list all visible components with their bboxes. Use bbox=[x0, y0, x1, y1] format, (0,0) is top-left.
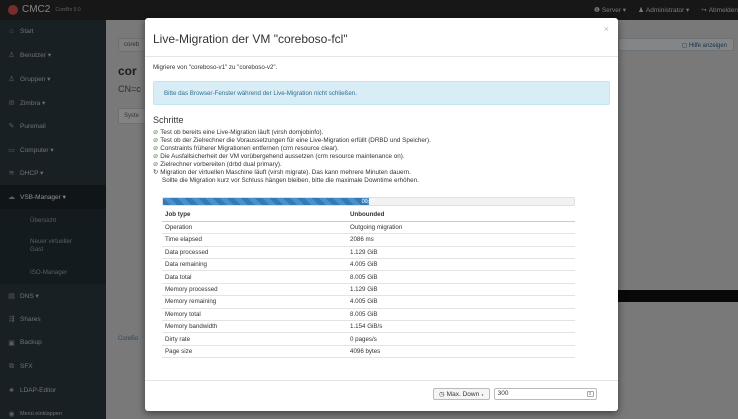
table-cell: 1.129 GiB bbox=[345, 283, 575, 297]
step-item: ⊘ Test ob der Zielrechner die Voraussetzu… bbox=[153, 137, 431, 144]
step-item-running: ↻ Migration der virtuellen Maschine läuft… bbox=[153, 169, 411, 176]
stepper-icon[interactable]: ⇕ bbox=[586, 391, 594, 397]
check-circle-icon: ⊘ bbox=[153, 161, 159, 168]
table-row: Time elapsed 2086 ms bbox=[162, 233, 575, 247]
table-cell: Memory processed bbox=[162, 283, 345, 297]
table-row: Data processed 1.129 GiB bbox=[162, 246, 575, 260]
check-circle-icon: ⊘ bbox=[153, 137, 159, 144]
table-row: Data total 8.005 GiB bbox=[162, 270, 575, 284]
steps-heading: Schritte bbox=[153, 115, 184, 125]
table-cell: Data total bbox=[162, 270, 345, 284]
table-cell: Memory total bbox=[162, 308, 345, 322]
table-row: Memory bandwidth 1.154 GiB/s bbox=[162, 320, 575, 334]
table-row: Memory remaining 4.005 GiB bbox=[162, 295, 575, 309]
table-cell: Data remaining bbox=[162, 258, 345, 272]
table-cell: Memory bandwidth bbox=[162, 320, 345, 334]
table-cell: 4.005 GiB bbox=[345, 295, 575, 309]
table-row: Memory total 8.005 GiB bbox=[162, 308, 575, 322]
table-cell: Memory remaining bbox=[162, 295, 345, 309]
table-cell: Dirty rate bbox=[162, 332, 345, 346]
table-cell: Time elapsed bbox=[162, 233, 345, 247]
live-migration-dialog: × Live-Migration der VM "coreboso-fcl" M… bbox=[145, 18, 618, 411]
table-cell: 4096 bytes bbox=[345, 345, 575, 359]
check-circle-icon: ⊘ bbox=[153, 145, 159, 152]
close-icon[interactable]: × bbox=[604, 24, 609, 34]
table-row: Memory processed 1.129 GiB bbox=[162, 283, 575, 297]
max-downtime-input[interactable]: 300 ⇕ bbox=[493, 388, 597, 400]
table-cell: 1.154 GiB/s bbox=[345, 320, 575, 334]
check-circle-icon: ⊘ bbox=[153, 129, 159, 136]
table-cell: Operation bbox=[162, 221, 345, 235]
divider bbox=[145, 380, 618, 381]
table-header-row: Job type Unbounded bbox=[162, 209, 575, 222]
table-cell: 1.129 GiB bbox=[345, 246, 575, 260]
table-header-cell: Unbounded bbox=[345, 209, 575, 222]
table-header-cell: Job type bbox=[162, 209, 345, 222]
step-note: Sollte die Migration kurz vor Schluss hä… bbox=[162, 177, 419, 184]
max-downtime-button[interactable]: ◷ Max. Down ● bbox=[433, 388, 490, 400]
table-cell: Data processed bbox=[162, 246, 345, 260]
dialog-title: Live-Migration der VM "coreboso-fcl" bbox=[153, 32, 348, 46]
table-row: Page size 4096 bytes bbox=[162, 345, 575, 359]
table-cell: Outgoing migration bbox=[345, 221, 575, 235]
info-icon: ● bbox=[481, 391, 484, 397]
info-alert: Bitte das Browser-Fenster während der Li… bbox=[153, 81, 610, 105]
divider bbox=[145, 56, 618, 57]
table-cell: 4.005 GiB bbox=[345, 258, 575, 272]
table-cell: 2086 ms bbox=[345, 233, 575, 247]
job-info-table: Job type Unbounded Operation Outgoing mig… bbox=[162, 209, 575, 359]
clock-icon: ◷ bbox=[439, 391, 445, 398]
table-row: Data remaining 4.005 GiB bbox=[162, 258, 575, 272]
migration-source-target: Migriere von "coreboso-v1" zu "coreboso-… bbox=[153, 64, 278, 71]
dialog-footer: ◷ Max. Down ● 300 ⇕ bbox=[433, 388, 597, 400]
table-row: Dirty rate 0 pages/s bbox=[162, 332, 575, 346]
progress-label: 00:07 bbox=[361, 199, 376, 205]
table-cell: 0 pages/s bbox=[345, 332, 575, 346]
refresh-icon: ↻ bbox=[153, 169, 159, 176]
table-row: Operation Outgoing migration bbox=[162, 221, 575, 235]
table-cell: 8.005 GiB bbox=[345, 270, 575, 284]
table-cell: 8.005 GiB bbox=[345, 308, 575, 322]
migration-progress: 00:07 bbox=[162, 197, 575, 206]
check-circle-icon: ⊘ bbox=[153, 153, 159, 160]
table-cell: Page size bbox=[162, 345, 345, 359]
step-item: ⊘ Die Ausfallsicherheit der VM vorübergeh… bbox=[153, 153, 405, 160]
step-item: ⊘ Zielrechner vorbereiten (drbd dual prim… bbox=[153, 161, 282, 168]
steps-list: ⊘ Test ob bereits eine Live-Migration läu… bbox=[153, 129, 431, 185]
step-item: ⊘ Test ob bereits eine Live-Migration läu… bbox=[153, 129, 324, 136]
step-item: ⊘ Constraints früherer Migrationen entfer… bbox=[153, 145, 339, 152]
